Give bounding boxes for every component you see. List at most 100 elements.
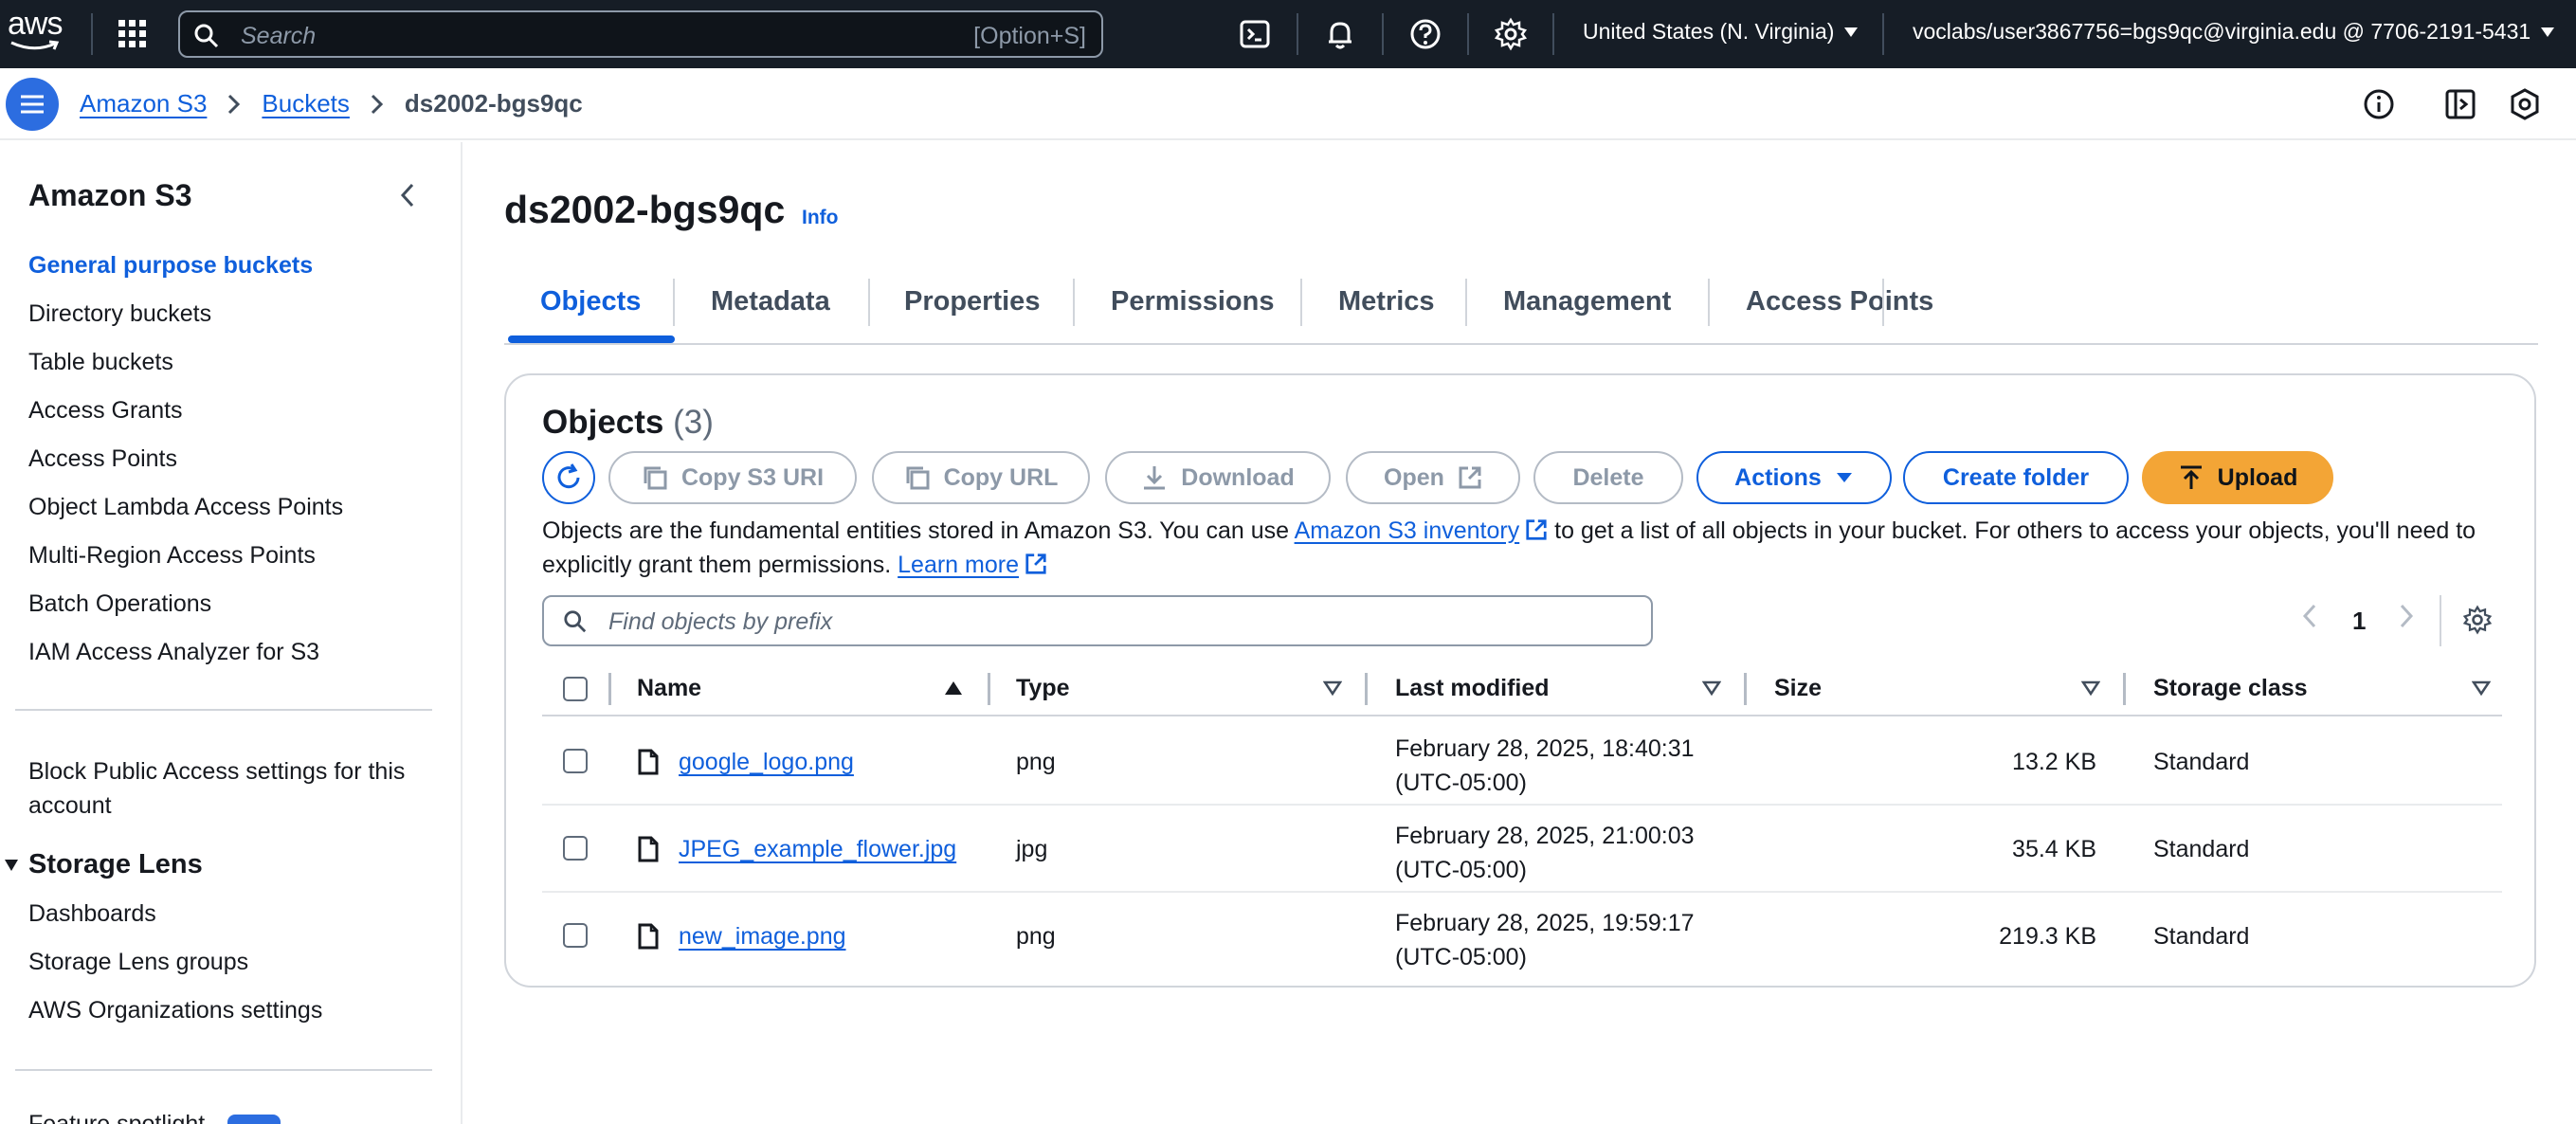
find-objects-input[interactable]: Find objects by prefix <box>542 595 1653 646</box>
shield-icon[interactable] <box>2508 87 2542 121</box>
file-icon <box>637 836 660 862</box>
sidebar-item-aws-organizations-settings[interactable]: AWS Organizations settings <box>28 997 322 1024</box>
apps-grid-icon[interactable] <box>118 19 148 49</box>
nav-divider <box>1467 13 1469 55</box>
sidebar-item-object-lambda-access-points[interactable]: Object Lambda Access Points <box>28 494 343 521</box>
breadcrumb-buckets[interactable]: Buckets <box>262 89 350 118</box>
description-text-1: Objects are the fundamental entities sto… <box>542 517 1295 544</box>
column-header-size[interactable]: Size <box>1774 675 1822 702</box>
sort-asc-icon[interactable] <box>944 680 963 696</box>
tab-permissions[interactable]: Permissions <box>1111 286 1274 317</box>
column-header-last-modified[interactable]: Last modified <box>1395 675 1550 702</box>
tab-management[interactable]: Management <box>1503 286 1671 317</box>
select-all-checkbox[interactable] <box>563 677 588 701</box>
object-size: 35.4 KB <box>2012 836 2096 862</box>
copy-s3-uri-button[interactable]: Copy S3 URI <box>608 451 857 504</box>
cloudshell-icon[interactable] <box>1238 17 1272 51</box>
breadcrumb: Amazon S3 Buckets ds2002-bgs9qc <box>80 89 583 118</box>
chevron-right-icon[interactable] <box>2398 603 2415 629</box>
sidebar-divider <box>15 1069 432 1071</box>
actions-dropdown-button[interactable]: Actions <box>1696 451 1892 504</box>
object-name-link[interactable]: new_image.png <box>679 923 846 951</box>
gear-icon[interactable] <box>2462 605 2493 635</box>
side-navigation: Amazon S3 General purpose buckets Direct… <box>0 142 463 1124</box>
sidebar-divider <box>15 709 432 711</box>
column-header-type[interactable]: Type <box>1016 675 1070 702</box>
open-button[interactable]: Open <box>1346 451 1520 504</box>
tab-metadata[interactable]: Metadata <box>711 286 830 317</box>
global-search-input[interactable]: Search [Option+S] <box>178 10 1103 58</box>
sidebar-item-feature-spotlight[interactable]: Feature spotlight <box>28 1111 205 1124</box>
tab-objects[interactable]: Objects <box>540 286 641 317</box>
chevron-left-icon[interactable] <box>398 182 417 208</box>
chevron-left-icon[interactable] <box>2301 603 2318 629</box>
s3-inventory-link[interactable]: Amazon S3 inventory <box>1295 517 1520 544</box>
bell-icon[interactable] <box>1323 17 1357 51</box>
sidebar-item-directory-buckets[interactable]: Directory buckets <box>28 300 211 328</box>
breadcrumb-amazon-s3[interactable]: Amazon S3 <box>80 89 207 118</box>
new-badge <box>227 1115 281 1124</box>
aws-logo[interactable]: aws <box>8 8 64 61</box>
column-divider <box>988 673 990 705</box>
table-row[interactable]: new_image.png png February 28, 2025, 19:… <box>542 893 2502 980</box>
copy-url-button[interactable]: Copy URL <box>872 451 1090 504</box>
table-row[interactable]: google_logo.png png February 28, 2025, 1… <box>542 718 2502 806</box>
row-checkbox[interactable] <box>563 749 588 773</box>
info-circle-icon[interactable] <box>2362 87 2396 121</box>
breadcrumb-bar: Amazon S3 Buckets ds2002-bgs9qc <box>0 68 2576 140</box>
upload-icon <box>2180 465 2202 489</box>
tab-access-points[interactable]: Access Points <box>1746 286 1933 317</box>
account-menu[interactable]: voclabs/user3867756=bgs9qc@virginia.edu … <box>1913 19 2555 45</box>
panel-icon[interactable] <box>2443 87 2477 121</box>
nav-divider <box>1882 13 1884 55</box>
refresh-icon <box>557 463 580 489</box>
side-nav-toggle-button[interactable] <box>6 78 59 131</box>
object-storage-class: Standard <box>2153 923 2250 950</box>
search-placeholder: Search <box>241 23 317 49</box>
column-header-storage-class[interactable]: Storage class <box>2153 675 2308 702</box>
sidebar-item-access-grants[interactable]: Access Grants <box>28 397 183 425</box>
sidebar-item-access-points[interactable]: Access Points <box>28 445 177 473</box>
tab-properties[interactable]: Properties <box>904 286 1040 317</box>
tab-metrics[interactable]: Metrics <box>1338 286 1435 317</box>
sort-desc-icon[interactable] <box>1323 680 1342 696</box>
gear-icon[interactable] <box>1494 17 1528 51</box>
object-size: 13.2 KB <box>2012 749 2096 775</box>
create-folder-button[interactable]: Create folder <box>1903 451 2129 504</box>
chevron-right-icon <box>227 94 241 115</box>
sidebar-item-block-public-access[interactable]: Block Public Access settings for this ac… <box>28 754 426 823</box>
delete-button[interactable]: Delete <box>1533 451 1683 504</box>
info-link[interactable]: Info <box>802 207 838 229</box>
sort-desc-icon[interactable] <box>2472 680 2491 696</box>
object-storage-class: Standard <box>2153 836 2250 862</box>
sidebar-item-multi-region-access-points[interactable]: Multi-Region Access Points <box>28 542 316 570</box>
caret-down-icon <box>1836 473 1852 482</box>
sidebar-section-storage-lens[interactable]: Storage Lens <box>4 849 203 880</box>
row-checkbox[interactable] <box>563 923 588 948</box>
sort-desc-icon[interactable] <box>1702 680 1721 696</box>
help-icon[interactable] <box>1408 17 1442 51</box>
upload-label: Upload <box>2217 463 2298 491</box>
sort-desc-icon[interactable] <box>2081 680 2100 696</box>
modified-date: February 28, 2025, 19:59:17 <box>1395 910 1695 936</box>
copy-icon <box>644 466 667 490</box>
refresh-button[interactable] <box>542 451 595 504</box>
sidebar-item-dashboards[interactable]: Dashboards <box>28 900 156 928</box>
region-selector[interactable]: United States (N. Virginia) <box>1583 19 1859 45</box>
tab-divider <box>673 279 675 326</box>
sidebar-item-table-buckets[interactable]: Table buckets <box>28 349 173 376</box>
column-header-name[interactable]: Name <box>637 675 701 702</box>
object-name-link[interactable]: JPEG_example_flower.jpg <box>679 836 956 863</box>
sidebar-item-iam-access-analyzer[interactable]: IAM Access Analyzer for S3 <box>28 639 319 666</box>
row-checkbox[interactable] <box>563 836 588 861</box>
page-number[interactable]: 1 <box>2352 607 2366 636</box>
sidebar-item-general-purpose-buckets[interactable]: General purpose buckets <box>28 252 313 280</box>
open-label: Open <box>1384 463 1444 491</box>
sidebar-item-storage-lens-groups[interactable]: Storage Lens groups <box>28 949 248 976</box>
download-button[interactable]: Download <box>1105 451 1331 504</box>
object-name-link[interactable]: google_logo.png <box>679 749 854 776</box>
upload-button[interactable]: Upload <box>2142 451 2333 504</box>
sidebar-item-batch-operations[interactable]: Batch Operations <box>28 590 211 618</box>
learn-more-link[interactable]: Learn more <box>898 552 1019 578</box>
table-row[interactable]: JPEG_example_flower.jpg jpg February 28,… <box>542 806 2502 893</box>
